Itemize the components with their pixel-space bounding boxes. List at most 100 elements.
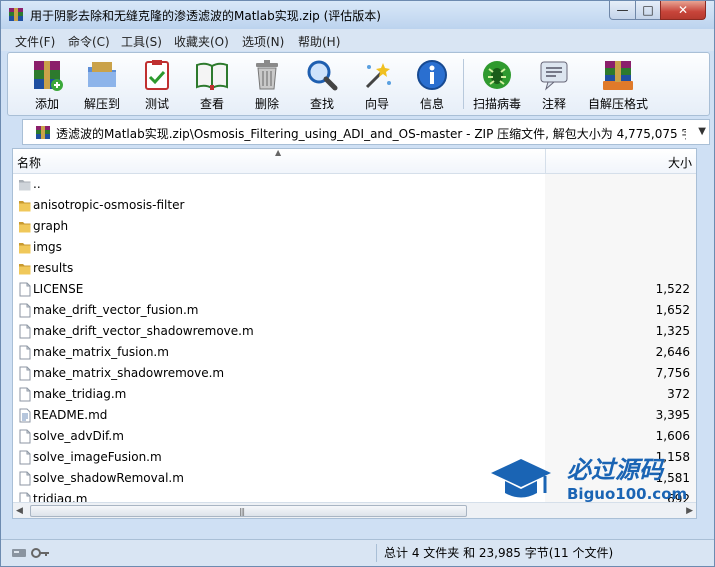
column-header-size-cell[interactable]: 大小: [545, 149, 696, 173]
column-header-name[interactable]: 名称: [17, 154, 41, 171]
folder-icon: [19, 201, 31, 212]
file-row[interactable]: make_matrix_shadowremove.m 7,756: [13, 363, 696, 384]
menu-command[interactable]: 命令(C): [68, 33, 110, 50]
file-row[interactable]: make_drift_vector_fusion.m 1,652: [13, 300, 696, 321]
toolbar-comment-label: 注释: [541, 97, 566, 111]
maximize-button[interactable]: □: [635, 1, 661, 20]
file-size: 7,756: [655, 366, 690, 380]
status-bar: 总计 4 文件夹 和 23,985 字节(11 个文件): [1, 539, 714, 566]
file-row[interactable]: imgs: [13, 237, 696, 258]
file-name: make_drift_vector_shadowremove.m: [33, 324, 254, 338]
file-name: results: [33, 261, 74, 275]
toolbar-test-label: 测试: [144, 97, 169, 111]
extract-to-icon: [88, 62, 116, 87]
file-row[interactable]: solve_advDif.m 1,606: [13, 426, 696, 447]
file-name: make_drift_vector_fusion.m: [33, 303, 199, 317]
toolbar-find-button[interactable]: 查找: [294, 55, 350, 113]
document-icon: [19, 408, 31, 423]
menu-help[interactable]: 帮助(H): [298, 33, 340, 50]
folder-icon: [19, 243, 31, 254]
comment-icon: [540, 61, 568, 91]
file-name: solve_shadowRemoval.m: [33, 471, 184, 485]
file-row[interactable]: make_tridiag.m 372: [13, 384, 696, 405]
menu-options[interactable]: 选项(N): [242, 33, 284, 50]
toolbar-wizard-button[interactable]: 向导: [349, 55, 405, 113]
info-icon: [417, 60, 447, 90]
sfx-icon: [603, 61, 633, 90]
list-header: 名称 ▲ 大小: [13, 149, 696, 174]
toolbar-add-button[interactable]: 添加: [19, 55, 75, 113]
file-icon: [19, 387, 31, 402]
app-window: 用于阴影去除和无缝克隆的渗透滤波的Matlab实现.zip (评估版本) — □…: [0, 0, 715, 567]
toolbar-sfx-label: 自解压格式: [587, 97, 648, 111]
file-size: 1,325: [655, 324, 690, 338]
file-icon: [19, 345, 31, 360]
toolbar-delete-label: 删除: [254, 97, 279, 111]
toolbar-extract-button[interactable]: 解压到: [74, 55, 130, 113]
window-title: 用于阴影去除和无缝克隆的渗透滤波的Matlab实现.zip (评估版本): [30, 9, 381, 23]
biguo-watermark-logo: 必过源码 Biguo100.com: [491, 456, 687, 503]
file-name: graph: [33, 219, 69, 233]
scrollbar-thumb[interactable]: |||: [30, 505, 467, 517]
file-size: 1,652: [655, 303, 690, 317]
file-size: 1,522: [655, 282, 690, 296]
file-icon: [19, 324, 31, 339]
column-header-size: 大小: [667, 156, 692, 170]
file-size: 2,646: [655, 345, 690, 359]
file-name: anisotropic-osmosis-filter: [33, 198, 185, 212]
folder-icon: [19, 222, 31, 233]
file-icon: [19, 366, 31, 381]
toolbar-view-button[interactable]: 查看: [184, 55, 240, 113]
close-button[interactable]: ✕: [660, 1, 706, 20]
toolbar-find-label: 查找: [309, 97, 334, 111]
toolbar-delete-button[interactable]: 删除: [239, 55, 295, 113]
file-size: 1,606: [655, 429, 690, 443]
toolbar-info-label: 信息: [419, 97, 444, 111]
watermark-title: 必过源码: [567, 456, 665, 484]
toolbar-extract-label: 解压到: [83, 97, 120, 111]
add-archive-icon: [34, 61, 63, 91]
file-name: LICENSE: [33, 282, 84, 296]
file-row[interactable]: results: [13, 258, 696, 279]
watermark-url: Biguo100.com: [567, 485, 687, 503]
toolbar-info-button[interactable]: 信息: [404, 55, 460, 113]
toolbar-test-button[interactable]: 测试: [129, 55, 185, 113]
status-separator: [376, 544, 377, 562]
file-row[interactable]: make_drift_vector_shadowremove.m 1,325: [13, 321, 696, 342]
file-row[interactable]: LICENSE 1,522: [13, 279, 696, 300]
toolbar: 添加 解压到 测试 查看 删除 查找 向导 信息 扫描病毒 注释 自解压格式: [7, 52, 710, 116]
file-name: imgs: [33, 240, 62, 254]
toolbar-comment-button[interactable]: 注释: [526, 55, 582, 113]
status-summary: 总计 4 文件夹 和 23,985 字节(11 个文件): [384, 546, 614, 560]
toolbar-add-label: 添加: [34, 97, 59, 111]
file-icon: [19, 471, 31, 486]
minimize-button[interactable]: —: [609, 1, 636, 20]
toolbar-virus-scan-button[interactable]: 扫描病毒: [469, 55, 525, 113]
menu-tools[interactable]: 工具(S): [121, 33, 162, 50]
file-row[interactable]: make_matrix_fusion.m 2,646: [13, 342, 696, 363]
test-icon: [145, 60, 169, 90]
file-row[interactable]: graph: [13, 216, 696, 237]
menu-favorites[interactable]: 收藏夹(O): [174, 33, 229, 50]
title-bar[interactable]: 用于阴影去除和无缝克隆的渗透滤波的Matlab实现.zip (评估版本) — □…: [1, 1, 714, 29]
status-drive-key-icon[interactable]: [11, 546, 51, 560]
folder-icon: [19, 264, 31, 275]
parent-folder-icon: [19, 180, 31, 191]
file-name: make_tridiag.m: [33, 387, 127, 401]
file-name: solve_imageFusion.m: [33, 450, 162, 464]
file-row[interactable]: README.md 3,395: [13, 405, 696, 426]
address-bar[interactable]: 透滤波的Matlab实现.zip\Osmosis_Filtering_using…: [22, 119, 710, 145]
menu-file[interactable]: 文件(F): [15, 33, 55, 50]
file-row[interactable]: ..: [13, 174, 696, 195]
address-dropdown-icon[interactable]: ▼: [698, 126, 706, 137]
toolbar-wizard-label: 向导: [364, 97, 389, 111]
file-icon: [19, 429, 31, 444]
toolbar-sfx-button[interactable]: 自解压格式: [587, 55, 649, 113]
file-icon: [19, 303, 31, 318]
virus-scan-icon: [483, 61, 511, 89]
wizard-icon: [365, 63, 391, 89]
file-name: ..: [33, 177, 41, 191]
file-row[interactable]: anisotropic-osmosis-filter: [13, 195, 696, 216]
file-name: README.md: [33, 408, 108, 422]
scroll-left-arrow-icon[interactable]: ◀: [16, 506, 23, 516]
